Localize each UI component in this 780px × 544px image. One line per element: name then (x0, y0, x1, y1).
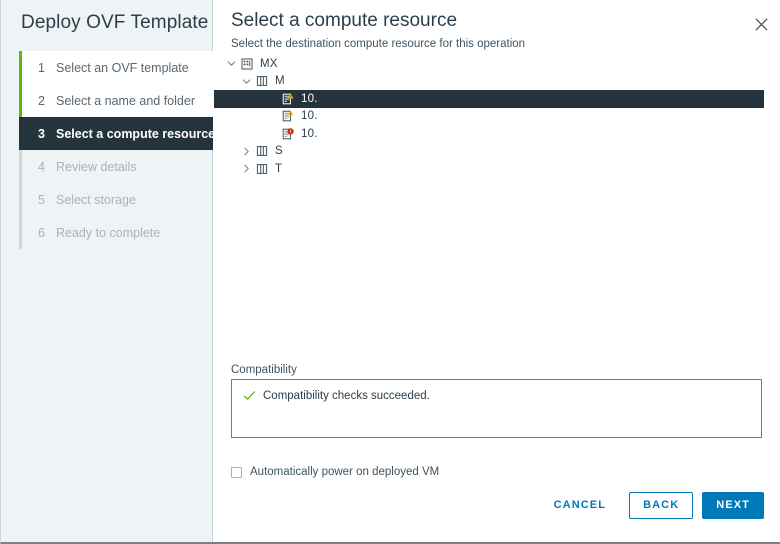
wizard-step-number: 2 (38, 93, 45, 108)
tree-node[interactable]: S (214, 143, 780, 161)
host-error-icon (280, 128, 295, 140)
deploy-ovf-template-wizard: Deploy OVF Template 1 Select an OVF templ… (0, 0, 780, 544)
tree-node[interactable]: MX (214, 55, 780, 73)
check-icon (243, 389, 256, 402)
tree-node-label: T (275, 162, 283, 175)
tree-node-label: S (275, 145, 283, 158)
wizard-step-6: 6 Ready to complete (19, 216, 213, 249)
tree-node-label: MX (260, 57, 278, 70)
wizard-step-1[interactable]: 1 Select an OVF template (19, 51, 213, 84)
wizard-step-list: 1 Select an OVF template 2 Select a name an… (19, 51, 216, 249)
host-warning-icon (280, 110, 295, 122)
cluster-icon (254, 145, 269, 157)
checkbox-box[interactable] (231, 466, 242, 478)
wizard-step-number: 3 (38, 126, 45, 141)
wizard-step-number: 1 (38, 60, 45, 75)
tree-node[interactable]: 10. (214, 125, 780, 143)
page-subtitle: Select the destination compute resource … (231, 38, 526, 50)
wizard-footer: CANCEL BACK NEXT (214, 486, 780, 540)
tree-node-selected[interactable]: 10. (214, 90, 764, 108)
wizard-step-label: Select storage (56, 192, 136, 207)
wizard-step-number: 6 (38, 225, 45, 240)
wizard-step-5: 5 Select storage (19, 183, 213, 216)
chevron-right-icon[interactable] (238, 147, 254, 156)
datacenter-icon (239, 58, 254, 70)
wizard-step-4: 4 Review details (19, 150, 213, 183)
compute-resource-tree[interactable]: MX M 10. 10. 10. S T (214, 55, 780, 335)
chevron-right-icon[interactable] (238, 164, 254, 173)
tree-node-label: 10. (301, 92, 318, 105)
next-button[interactable]: NEXT (702, 492, 764, 519)
chevron-down-icon[interactable] (223, 59, 239, 68)
wizard-main-panel: Select a compute resource Select the des… (214, 0, 780, 540)
wizard-step-number: 4 (38, 159, 45, 174)
wizard-step-2[interactable]: 2 Select a name and folder (19, 84, 213, 117)
tree-node[interactable]: 10. (214, 108, 780, 126)
auto-power-on-label: Automatically power on deployed VM (250, 466, 440, 478)
wizard-step-label: Review details (56, 159, 137, 174)
tree-node-label: 10. (301, 127, 318, 140)
cluster-icon (254, 75, 269, 87)
wizard-step-label: Select an OVF template (56, 60, 189, 75)
wizard-step-number: 5 (38, 192, 45, 207)
close-icon[interactable] (748, 11, 774, 37)
wizard-step-label: Select a compute resource (56, 126, 216, 141)
wizard-sidebar: Deploy OVF Template 1 Select an OVF templ… (1, 0, 216, 542)
wizard-title: Deploy OVF Template (21, 12, 209, 33)
compatibility-message-text: Compatibility checks succeeded. (263, 389, 430, 402)
wizard-step-label: Ready to complete (56, 225, 161, 240)
tree-node-label: M (275, 75, 285, 88)
compatibility-message-row: Compatibility checks succeeded. (243, 389, 430, 402)
tree-node-label: 10. (301, 110, 318, 123)
back-button[interactable]: BACK (629, 492, 694, 519)
chevron-down-icon[interactable] (238, 77, 254, 86)
page-title: Select a compute resource (231, 10, 458, 31)
cancel-button[interactable]: CANCEL (540, 492, 620, 519)
host-warning-icon (280, 93, 295, 105)
auto-power-on-checkbox[interactable]: Automatically power on deployed VM (231, 466, 439, 478)
wizard-step-3[interactable]: 3 Select a compute resource (19, 117, 216, 150)
compatibility-box: Compatibility checks succeeded. (231, 379, 762, 438)
wizard-step-label: Select a name and folder (56, 93, 195, 108)
tree-node[interactable]: T (214, 160, 780, 178)
compatibility-label: Compatibility (231, 364, 297, 376)
tree-node[interactable]: M (214, 73, 780, 91)
cluster-icon (254, 163, 269, 175)
